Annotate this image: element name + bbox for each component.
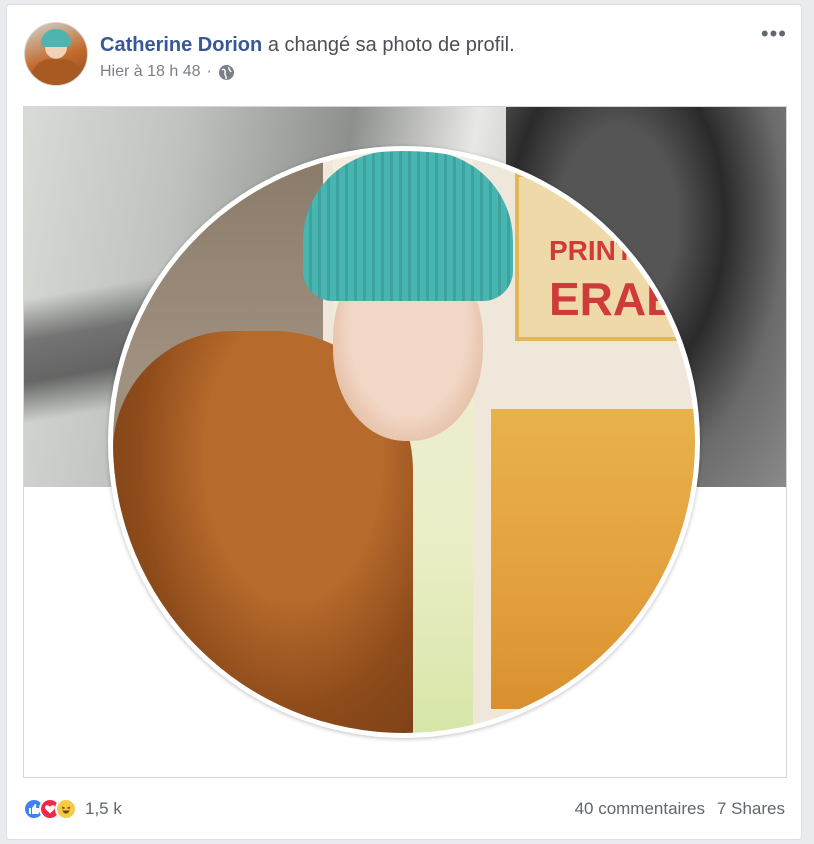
avatar-coat <box>31 59 83 85</box>
reaction-count[interactable]: 1,5 k <box>85 798 122 820</box>
post-meta: Hier à 18 h 48 · <box>100 63 235 81</box>
profile-photo-attachment[interactable]: PRINT ERABL <box>23 106 787 778</box>
post-action-text: a changé sa photo de profil. <box>267 34 515 56</box>
post-timestamp[interactable]: Hier à 18 h 48 <box>100 63 201 81</box>
post-footer: 1,5 k 40 commentaires 7 Shares <box>7 795 803 825</box>
poster-line-2: ERABL <box>549 273 695 325</box>
reactions-summary[interactable]: 1,5 k <box>23 798 122 820</box>
author-name-link[interactable]: Catherine Dorion <box>100 34 262 56</box>
comments-count-link[interactable]: 40 commentaires <box>575 798 705 820</box>
more-options-icon[interactable]: ••• <box>761 23 787 45</box>
poster-line-1: PRINT <box>549 235 633 266</box>
profile-picture-circle[interactable]: PRINT ERABL <box>108 146 700 738</box>
photo-towel <box>491 409 695 709</box>
engagement-stats: 40 commentaires 7 Shares <box>575 798 785 820</box>
avatar-hat <box>41 29 71 47</box>
shares-count-link[interactable]: 7 Shares <box>717 798 785 820</box>
profile-picture-image: PRINT ERABL <box>113 151 695 733</box>
haha-reaction-icon[interactable] <box>55 798 77 820</box>
meta-separator: · <box>206 63 212 80</box>
post-header: Catherine Dorion a changé sa photo de pr… <box>100 34 515 57</box>
photo-hat <box>303 151 513 301</box>
post-card: Catherine Dorion a changé sa photo de pr… <box>6 4 802 840</box>
photo-poster: PRINT ERABL <box>515 173 695 341</box>
author-avatar[interactable] <box>24 22 88 86</box>
globe-icon[interactable] <box>218 64 235 81</box>
